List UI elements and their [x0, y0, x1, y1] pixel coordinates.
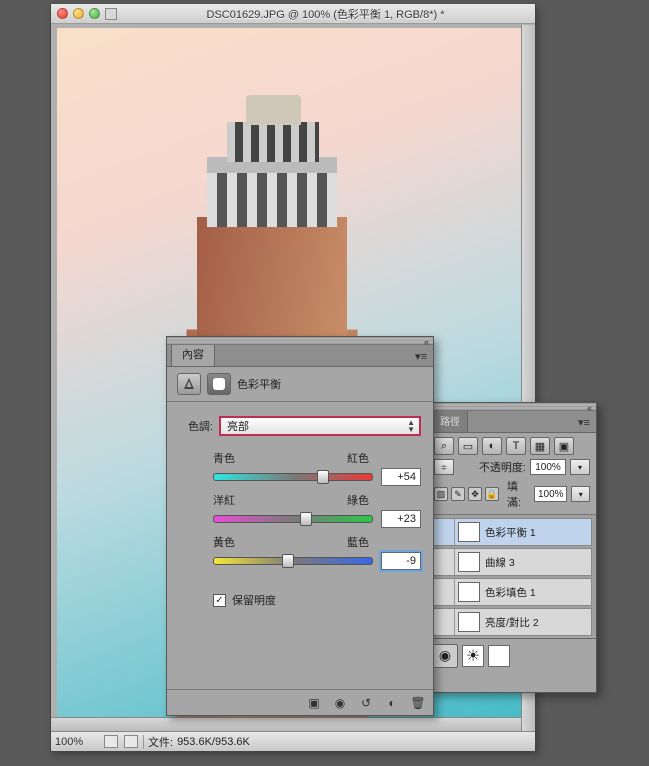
layer-thumb[interactable]: [458, 582, 480, 602]
slider-value-input[interactable]: -9: [381, 552, 421, 570]
layer-row[interactable]: 亮度/對比 2: [432, 608, 592, 636]
slider-thumb[interactable]: [282, 554, 294, 568]
delete-icon[interactable]: 🗑: [409, 695, 427, 711]
adjustment-bar: ◉ ☀: [428, 638, 596, 672]
slider-left-label: 青色: [213, 450, 235, 466]
panel-menu-icon[interactable]: ▾≡: [409, 347, 433, 366]
lock-position-icon[interactable]: ✥: [468, 487, 482, 501]
document-statusbar: 100% 文件: 953.6K/953.6K: [51, 731, 535, 751]
slider-right-label: 綠色: [347, 492, 369, 508]
visibility-toggle[interactable]: [433, 519, 455, 545]
yellow-blue-slider[interactable]: [213, 557, 373, 565]
reset-icon[interactable]: ↺: [357, 695, 375, 711]
visibility-toggle[interactable]: [433, 579, 455, 605]
fill-flyout[interactable]: ▾: [571, 486, 590, 502]
status-icon-1[interactable]: [104, 735, 118, 748]
slider-left-label: 黃色: [213, 534, 235, 550]
minimize-icon[interactable]: [73, 8, 84, 19]
properties-panel: « 內容 ▾≡ 色彩平衡 色調: 亮部 ▲▼ 青色 紅色: [166, 336, 434, 716]
adjustment-type-icon[interactable]: [177, 373, 201, 395]
view-previous-icon[interactable]: ◉: [331, 695, 349, 711]
layer-name[interactable]: 色彩填色 1: [483, 585, 536, 600]
fill-input[interactable]: 100%: [534, 486, 567, 502]
document-titlebar[interactable]: DSC01629.JPG @ 100% (色彩平衡 1, RGB/8*) *: [51, 4, 535, 24]
layer-row[interactable]: 色彩平衡 1: [432, 518, 592, 546]
opacity-flyout[interactable]: ▾: [570, 459, 590, 475]
chevron-updown-icon: ▲▼: [407, 419, 415, 433]
layer-thumb[interactable]: [458, 552, 480, 572]
filter-shape-icon[interactable]: ▦: [530, 437, 550, 455]
status-file-size: 953.6K/953.6K: [177, 736, 250, 748]
blend-mode-dropdown[interactable]: ≑: [434, 459, 454, 475]
cyan-red-slider[interactable]: [213, 473, 373, 481]
preserve-luminosity-checkbox[interactable]: ✓: [213, 594, 226, 607]
tab-paths[interactable]: 路徑: [432, 408, 468, 432]
preserve-luminosity-label: 保留明度: [232, 592, 276, 608]
fill-label: 填滿:: [507, 478, 530, 510]
filter-kind-icon[interactable]: ⌕: [434, 437, 454, 455]
layer-row[interactable]: 色彩填色 1: [432, 578, 592, 606]
opacity-input[interactable]: 100%: [530, 459, 566, 475]
layer-thumb[interactable]: [458, 522, 480, 542]
panel-menu-icon[interactable]: ▾≡: [572, 413, 596, 432]
layer-row[interactable]: 曲線 3: [432, 548, 592, 576]
mask-icon[interactable]: [207, 373, 231, 395]
document-proxy-icon[interactable]: [105, 8, 117, 20]
layer-mask-thumb[interactable]: [488, 645, 510, 667]
toggle-visibility-icon[interactable]: ◐: [383, 695, 401, 711]
tone-dropdown[interactable]: 亮部 ▲▼: [219, 416, 421, 436]
panel-grip[interactable]: «: [167, 337, 433, 345]
layers-tabs: 路徑 ▾≡: [428, 411, 596, 433]
window-traffic-lights: [57, 8, 100, 19]
slider-thumb[interactable]: [300, 512, 312, 526]
document-title: DSC01629.JPG @ 100% (色彩平衡 1, RGB/8*) *: [122, 6, 529, 22]
filter-pixel-icon[interactable]: ▭: [458, 437, 478, 455]
layer-thumb[interactable]: [458, 612, 480, 632]
layer-name[interactable]: 曲線 3: [483, 555, 515, 570]
filter-type-icon[interactable]: T: [506, 437, 526, 455]
slider-thumb[interactable]: [317, 470, 329, 484]
slider-value-input[interactable]: +54: [381, 468, 421, 486]
visibility-toggle[interactable]: [433, 609, 455, 635]
layers-panel: « 路徑 ▾≡ ⌕ ▭ ◐ T ▦ ▣ ≑ 不透明度: 100% ▾ 鎖: ▨ …: [427, 402, 597, 693]
tone-label: 色調:: [179, 418, 213, 434]
magenta-green-slider[interactable]: [213, 515, 373, 523]
close-icon[interactable]: [57, 8, 68, 19]
slider-right-label: 紅色: [347, 450, 369, 466]
lock-transparency-icon[interactable]: ▨: [434, 487, 448, 501]
layer-filter-row: ⌕ ▭ ◐ T ▦ ▣: [434, 437, 590, 455]
filter-adjust-icon[interactable]: ◐: [482, 437, 502, 455]
status-file-label: 文件:: [148, 734, 173, 750]
tone-value: 亮部: [227, 418, 249, 434]
slider-left-label: 洋紅: [213, 492, 235, 508]
layer-visibility-icon[interactable]: ◉: [432, 644, 458, 668]
properties-title: 色彩平衡: [237, 376, 281, 392]
zoom-icon[interactable]: [89, 8, 100, 19]
lock-all-icon[interactable]: 🔒: [485, 487, 499, 501]
filter-smart-icon[interactable]: ▣: [554, 437, 574, 455]
visibility-toggle[interactable]: [433, 549, 455, 575]
layers-list: 色彩平衡 1 曲線 3 色彩填色 1 亮度/對比 2: [428, 515, 596, 636]
horizontal-scrollbar[interactable]: [51, 717, 521, 731]
lock-pixels-icon[interactable]: ✎: [451, 487, 465, 501]
adjustment-icon[interactable]: ☀: [462, 645, 484, 667]
slider-value-input[interactable]: +23: [381, 510, 421, 528]
clip-to-layer-icon[interactable]: ▣: [305, 695, 323, 711]
properties-footer: ▣ ◉ ↺ ◐ 🗑: [167, 689, 433, 715]
slider-right-label: 藍色: [347, 534, 369, 550]
status-icon-2[interactable]: [124, 735, 138, 748]
zoom-level[interactable]: 100%: [55, 736, 99, 748]
opacity-label: 不透明度:: [479, 459, 526, 475]
layer-name[interactable]: 色彩平衡 1: [483, 525, 536, 540]
panel-grip[interactable]: «: [428, 403, 596, 411]
lock-icons: ▨ ✎ ✥ 🔒: [434, 487, 499, 501]
layer-name[interactable]: 亮度/對比 2: [483, 615, 539, 630]
